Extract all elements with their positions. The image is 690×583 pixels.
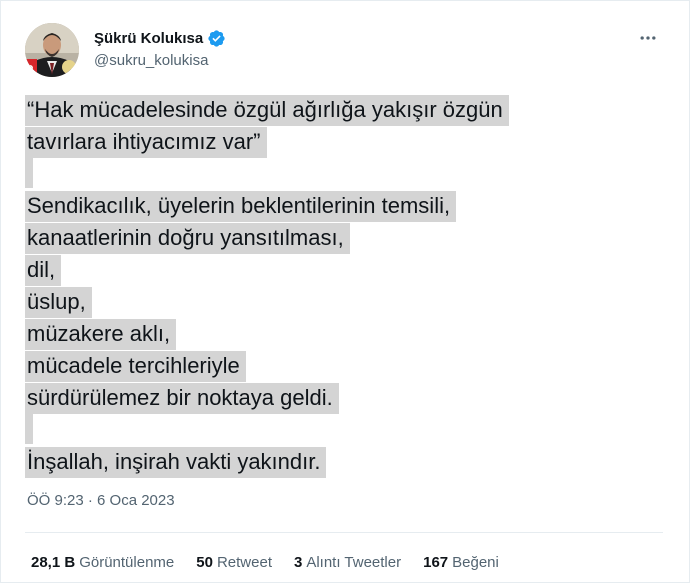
quotes-count: 3 [293,554,303,571]
tweet-line: dil, [25,254,645,286]
tweet-line: üslup, [25,286,645,318]
tweet-line-text: kanaatlerinin doğru yansıtılması, [25,223,350,254]
tweet-line: kanaatlerinin doğru yansıtılması, [25,222,645,254]
tweet-line-text: üslup, [25,287,92,318]
tweet-stats: 28,1 B Görüntülenme 50 Retweet 3 Alıntı … [31,554,521,571]
views-count: 28,1 B [31,554,76,571]
verified-badge-icon [207,29,226,48]
tweet-line-text: İnşallah, inşirah vakti yakındır. [25,447,327,478]
tweet-line: Sendikacılık, üyelerin beklentilerinin t… [25,190,645,222]
divider [25,532,663,533]
user-handle[interactable]: @sukru_kolukisa [94,52,226,69]
tweet-card: Şükrü Kolukısa @sukru_kolukisa “Hak müca… [0,0,690,583]
tweet-line: “Hak mücadelesinde özgül ağırlığa yakışı… [25,94,645,126]
tweet-line: müzakere aklı, [25,318,645,350]
retweets-count: 50 [196,554,213,571]
avatar[interactable] [25,23,79,77]
views-stat[interactable]: 28,1 B Görüntülenme [31,554,174,571]
views-label: Görüntülenme [79,554,175,571]
tweet-line-text: sürdürülemez bir noktaya geldi. [25,383,339,414]
tweet-line-text: “Hak mücadelesinde özgül ağırlığa yakışı… [25,95,509,126]
tweet-timestamp[interactable]: ÖÖ 9:23 · 6 Oca 2023 [27,492,175,509]
author-info: Şükrü Kolukısa @sukru_kolukisa [94,27,226,69]
display-name[interactable]: Şükrü Kolukısa [94,30,203,47]
quotes-label: Alıntı Tweetler [306,554,402,571]
tweet-line-text: dil, [25,255,62,286]
tweet-line: İnşallah, inşirah vakti yakındır. [25,446,645,478]
tweet-header: Şükrü Kolukısa @sukru_kolukisa [25,23,667,79]
quotes-stat[interactable]: 3 Alıntı Tweetler [294,554,401,571]
likes-label: Beğeni [452,554,499,571]
tweet-text: “Hak mücadelesinde özgül ağırlığa yakışı… [25,94,645,478]
tweet-line-text: müzakere aklı, [25,319,177,350]
likes-count: 167 [423,554,449,571]
tweet-line-text: Sendikacılık, üyelerin beklentilerinin t… [25,191,457,222]
retweets-stat[interactable]: 50 Retweet [196,554,272,571]
tweet-line: tavırlara ihtiyacımız var” [25,126,645,158]
tweet-line-blank [25,158,645,190]
more-options-button[interactable] [633,25,663,55]
tweet-line-text [25,414,33,444]
tweet-line-text: tavırlara ihtiyacımız var” [25,127,267,158]
retweets-label: Retweet [216,554,272,571]
tweet-line-text [25,158,33,188]
likes-stat[interactable]: 167 Beğeni [423,554,499,571]
tweet-line: sürdürülemez bir noktaya geldi. [25,382,645,414]
tweet-line-blank [25,414,645,446]
more-horizontal-icon [638,28,658,53]
tweet-line-text: mücadele tercihleriyle [25,351,246,382]
tweet-line: mücadele tercihleriyle [25,350,645,382]
